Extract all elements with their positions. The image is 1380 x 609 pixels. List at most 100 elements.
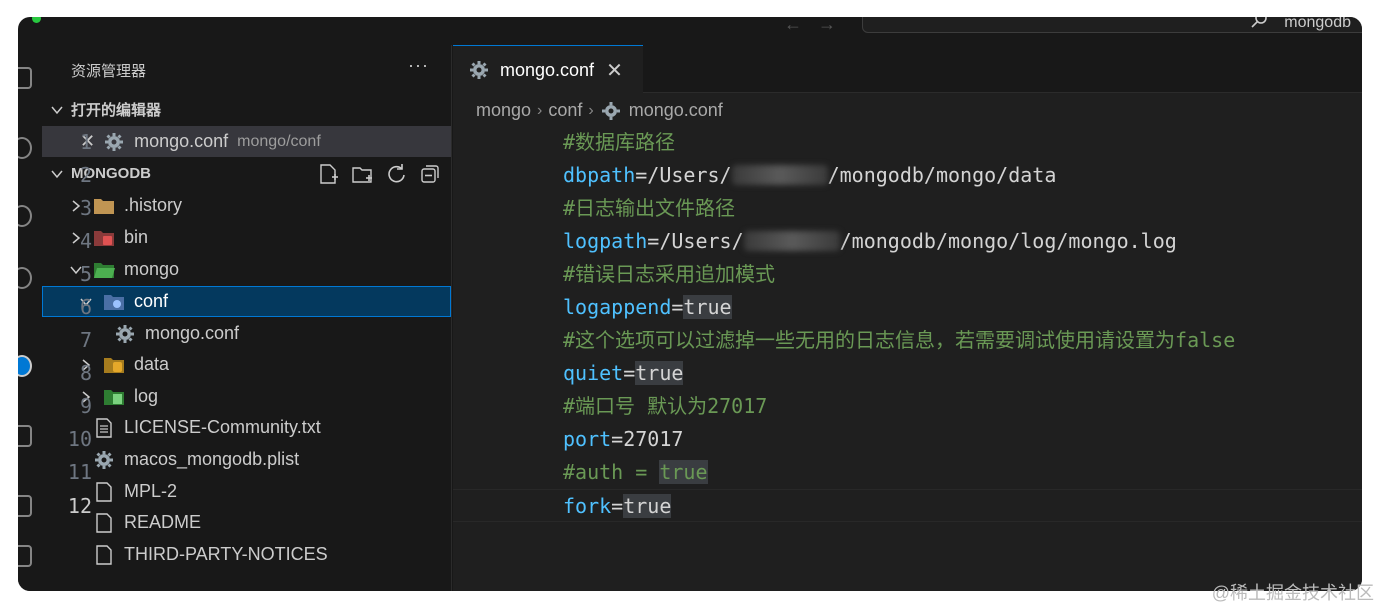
chevron-right-icon: › [588, 101, 594, 119]
tab-bar: mongo.conf ✕ [453, 45, 1362, 94]
tree-item-label: conf [134, 291, 169, 311]
config-value: =27017 [611, 427, 684, 451]
tree-item-label: .history [124, 195, 183, 215]
config-key: logappend [563, 295, 672, 319]
tree-item-label: THIRD-PARTY-NOTICES [124, 544, 328, 564]
config-value: true [683, 295, 732, 319]
gear-icon [105, 132, 124, 151]
config-key: dbpath [563, 163, 636, 187]
title-bar: ← → mongodb [18, 17, 1362, 45]
breadcrumb: mongo › conf › mongo.conf [476, 100, 723, 121]
editor-area: mongo.conf ✕ mongo › conf › mongo.conf 1… [68, 45, 1362, 591]
tree-item-license[interactable]: LICENSE-Community.txt [42, 412, 451, 443]
code-line: 4 logpath=/Users/ /mongodb/mongo/log/mong… [80, 225, 1362, 258]
tree-item-mongo-conf[interactable]: mongo.conf [42, 318, 451, 349]
comment-text: #错误日志采用追加模式 [563, 262, 776, 286]
refresh-icon[interactable] [385, 163, 407, 185]
collapse-all-icon[interactable] [419, 163, 441, 185]
watermark: @稀土掘金技术社区 [1211, 583, 1374, 603]
config-key: quiet [563, 361, 624, 385]
tab-label: mongo.conf [500, 59, 595, 80]
config-operator: = [623, 361, 636, 385]
tree-item-conf[interactable]: conf [42, 286, 451, 317]
tree-item-mongo[interactable]: mongo [42, 254, 451, 285]
remote-icon[interactable] [18, 425, 32, 447]
window-control-dot[interactable] [32, 17, 41, 23]
tree-item-mpl[interactable]: MPL-2 [42, 476, 451, 507]
file-icon [96, 481, 112, 502]
code-line: 2 dbpath=/Users/ /mongodb/mongo/data [80, 159, 1362, 192]
extensions-icon[interactable] [18, 495, 32, 517]
open-editor-filename: mongo.conf [134, 131, 229, 151]
tree-item-plist[interactable]: macos_mongodb.plist [42, 444, 451, 475]
file-icon [96, 544, 112, 565]
tree-item-history[interactable]: .history [42, 190, 451, 221]
breadcrumb-item[interactable]: conf [548, 100, 582, 121]
line-number: 5 [79, 262, 92, 286]
testing-icon[interactable] [18, 545, 32, 567]
comment-text: #这个选项可以过滤掉一些无用的日志信息，若需要调试使用请设置为false [563, 328, 1236, 352]
explorer-icon[interactable] [18, 67, 32, 89]
config-value: /mongodb/mongo/data [827, 163, 1057, 187]
open-editor-path: mongo/conf [237, 132, 321, 150]
bin-folder-icon [94, 230, 114, 246]
tree-item-label: bin [124, 227, 149, 247]
code-line: 9 #端口号 默认为27017 [80, 390, 1362, 423]
new-file-icon[interactable] [317, 163, 339, 185]
line-number: 4 [79, 229, 92, 253]
timeline-icon[interactable] [18, 355, 32, 377]
tree-item-label: mongo [124, 259, 180, 279]
tab-mongo-conf[interactable]: mongo.conf ✕ [453, 45, 643, 94]
breadcrumb-item[interactable]: mongo [476, 100, 531, 121]
comment-text: true [659, 460, 708, 484]
config-folder-icon [104, 294, 124, 310]
config-value: =/Users/ [635, 163, 732, 187]
code-line-current: 12 fork=true [68, 489, 1362, 522]
config-value: true [623, 494, 672, 518]
line-number: 10 [67, 427, 92, 451]
tree-item-readme[interactable]: README [42, 507, 451, 538]
folder-header-mongodb[interactable]: MONGODB [42, 158, 451, 189]
data-folder-icon [104, 357, 124, 373]
tree-item-log[interactable]: log [42, 381, 451, 412]
tree-item-label: README [124, 512, 202, 532]
comment-text: #日志输出文件路径 [563, 196, 736, 220]
tree-item-bin[interactable]: bin [42, 222, 451, 253]
search-text: mongodb [1284, 17, 1351, 31]
line-number: 6 [79, 295, 92, 319]
config-key: fork [563, 494, 612, 518]
debug-icon[interactable] [18, 267, 32, 289]
close-icon[interactable]: ✕ [606, 58, 623, 83]
line-number: 8 [79, 361, 92, 385]
code-line: 5 #错误日志采用追加模式 [80, 258, 1362, 291]
breadcrumb-item[interactable]: mongo.conf [629, 100, 723, 121]
config-operator: = [611, 494, 624, 518]
code-line: 3 #日志输出文件路径 [80, 192, 1362, 225]
command-center-search[interactable]: mongodb [862, 17, 1362, 33]
text-file-icon [96, 417, 112, 438]
tree-item-data[interactable]: data [42, 349, 451, 380]
tree-item-label: log [134, 386, 159, 406]
gear-icon [601, 101, 620, 120]
gear-icon [116, 324, 134, 343]
config-value: true [635, 361, 684, 385]
code-line: 10 port=27017 [68, 423, 1362, 456]
new-folder-icon[interactable] [351, 163, 373, 185]
open-editors-header[interactable]: 打开的编辑器 [42, 94, 451, 125]
config-key: port [563, 427, 612, 451]
forward-arrow-icon[interactable]: → [818, 17, 836, 35]
tree-item-notices[interactable]: THIRD-PARTY-NOTICES [42, 539, 451, 570]
open-editor-item[interactable]: ✕ mongo.conf mongo/conf [42, 126, 451, 157]
config-key: logpath [563, 229, 648, 253]
log-folder-icon [104, 389, 124, 405]
tree-item-label: macos_mongodb.plist [124, 449, 300, 469]
search-view-icon[interactable] [18, 137, 32, 159]
source-control-icon[interactable] [18, 205, 32, 227]
search-icon [1251, 17, 1267, 28]
chevron-right-icon: › [537, 101, 543, 119]
code-line: 8 quiet=true [80, 357, 1362, 390]
line-number: 9 [79, 394, 92, 418]
comment-text: #auth = [563, 460, 660, 484]
back-arrow-icon[interactable]: ← [784, 17, 802, 35]
more-actions-icon[interactable]: ··· [408, 55, 429, 76]
